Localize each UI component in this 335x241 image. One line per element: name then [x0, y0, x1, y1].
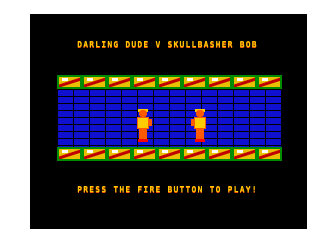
border-tile: [207, 75, 232, 89]
border-tile: [182, 147, 207, 161]
border-tile: [257, 75, 282, 89]
border-tile: [257, 147, 282, 161]
fighter-darling-dude: [136, 109, 152, 144]
border-tile: [132, 75, 157, 89]
border-tile: [157, 75, 182, 89]
fighter-feet: [138, 139, 148, 142]
fighter-skullbasher-bob: [191, 109, 207, 144]
game-screen: DARLING DUDE V SKULLBASHER BOB PRESS THE…: [0, 0, 335, 241]
border-tile: [82, 147, 107, 161]
border-tile: [232, 147, 257, 161]
game-title: DARLING DUDE V SKULLBASHER BOB: [77, 40, 258, 49]
border-tile: [182, 75, 207, 89]
arena-top-border: [57, 75, 282, 89]
border-tile: [107, 147, 132, 161]
brick-wall: [57, 89, 282, 147]
border-tile: [232, 75, 257, 89]
border-tile: [157, 147, 182, 161]
border-tile: [57, 75, 82, 89]
border-tile: [57, 147, 82, 161]
fighter-head: [139, 110, 147, 117]
arena-bottom-border: [57, 147, 282, 161]
fighter-legs: [196, 129, 204, 139]
fighter-body: [194, 117, 206, 129]
arena: [57, 75, 282, 163]
border-tile: [82, 75, 107, 89]
border-tile: [107, 75, 132, 89]
fighter-feet: [195, 139, 205, 142]
start-prompt: PRESS THE FIRE BUTTON TO PLAY!: [77, 185, 258, 194]
border-tile: [132, 147, 157, 161]
fighter-head: [196, 110, 204, 117]
fighter-legs: [139, 129, 147, 139]
border-tile: [207, 147, 232, 161]
fighter-arm: [191, 119, 195, 126]
fighter-arm: [148, 119, 152, 126]
